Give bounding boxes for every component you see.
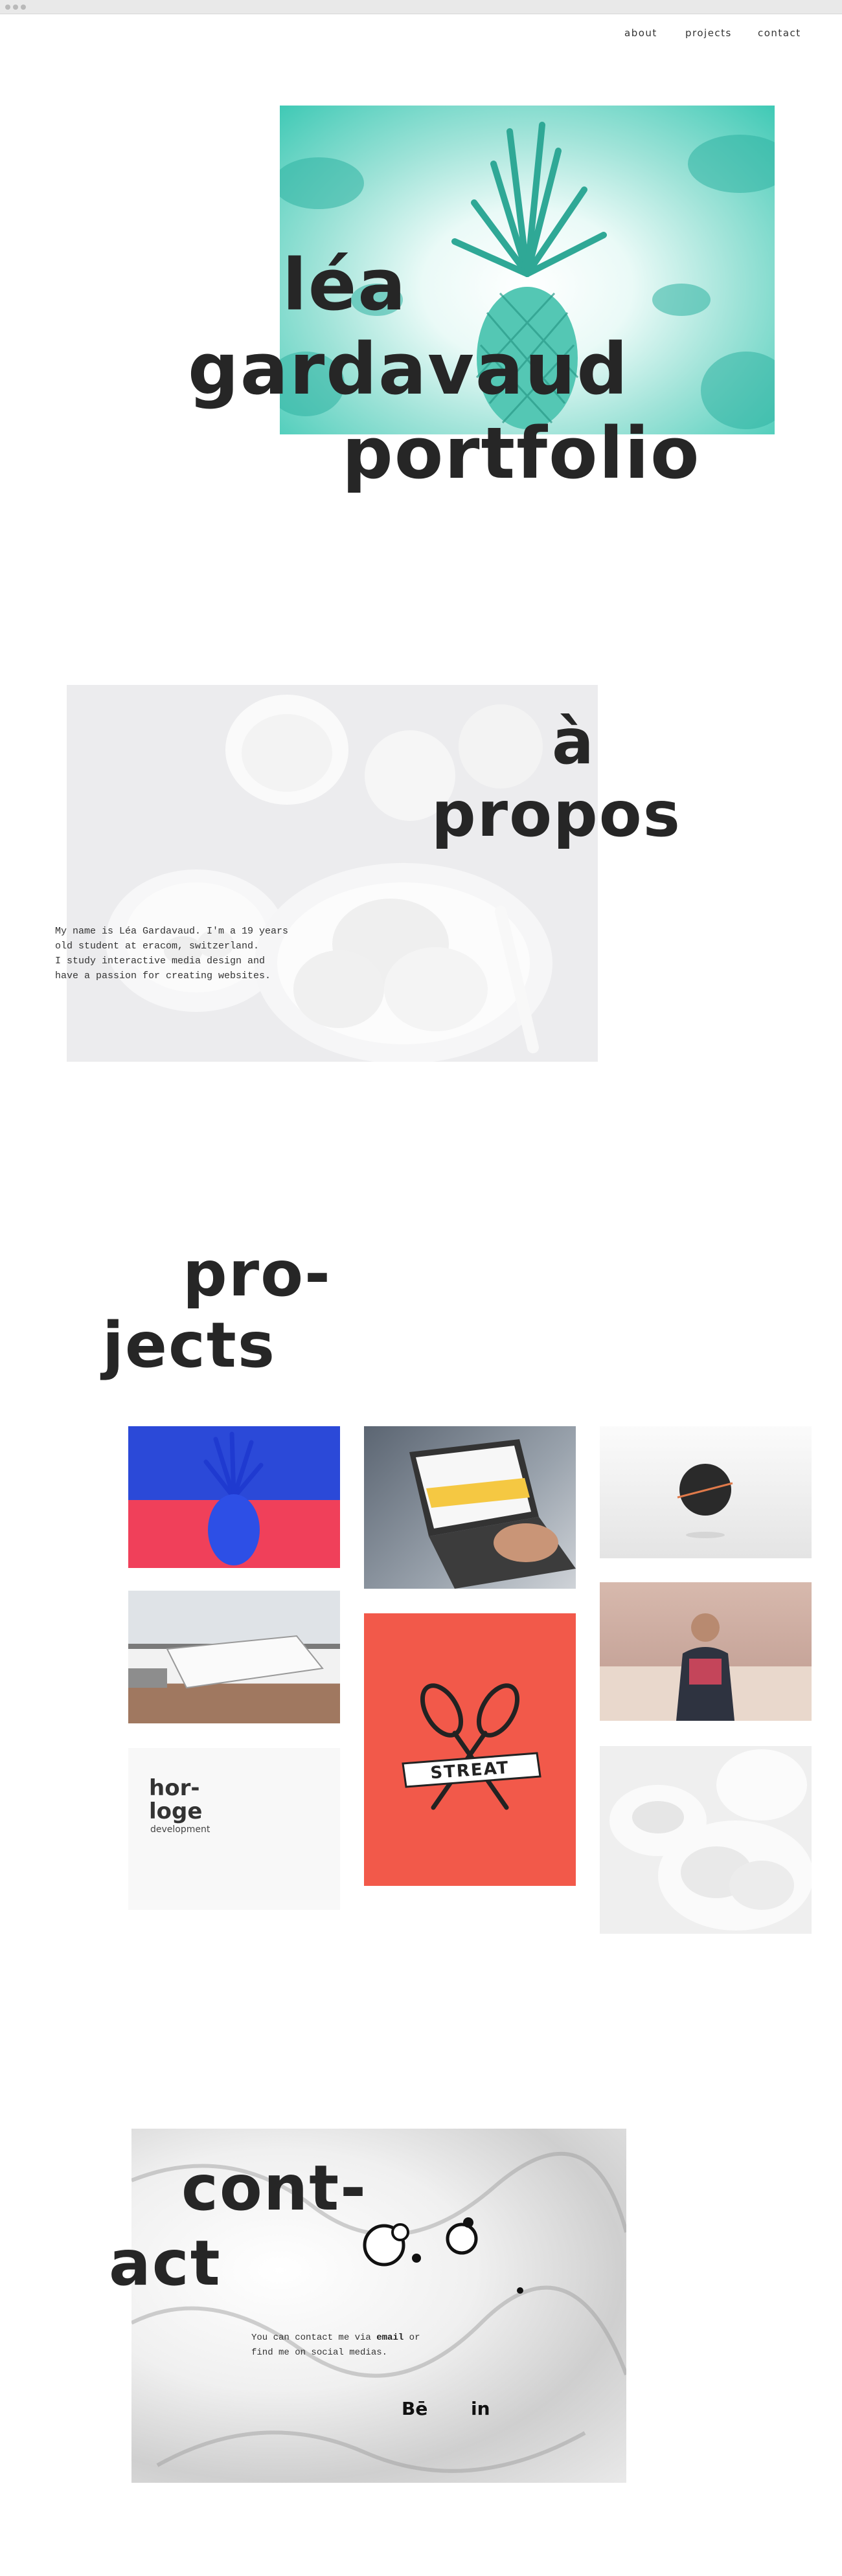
linkedin-icon[interactable]: in — [471, 2398, 490, 2419]
horloge-title-line1: hor- — [149, 1775, 200, 1801]
project-tile-portrait[interactable] — [600, 1582, 812, 1721]
window-chrome — [0, 0, 842, 14]
project-tile-horloge[interactable]: hor- loge development — [128, 1748, 340, 1910]
horloge-title-line2: loge — [149, 1798, 203, 1824]
project-tile-sphere[interactable] — [600, 1426, 812, 1558]
about-text: My name is Léa Gardavaud. I'm a 19 years… — [55, 926, 289, 981]
project-tile-bread[interactable] — [600, 1746, 812, 1934]
nav-link-about[interactable]: about — [624, 27, 657, 39]
contact-text: You can contact me via email or find me … — [251, 2333, 420, 2358]
project-tile-building[interactable] — [128, 1591, 340, 1723]
about-image — [67, 685, 598, 1062]
pineapple-icon — [203, 1431, 264, 1565]
hero-title-line2: gardavaud — [188, 328, 630, 410]
projects-title-line1: pro- — [183, 1238, 332, 1310]
hero-title-line1: léa — [282, 243, 407, 326]
nav-link-contact[interactable]: contact — [758, 27, 801, 39]
behance-icon[interactable]: Bē — [402, 2398, 427, 2419]
project-tile-streat[interactable]: STREAT — [364, 1613, 576, 1886]
email-link[interactable]: email — [376, 2333, 404, 2343]
contact-title-line2: act — [109, 2227, 222, 2300]
nav-link-projects[interactable]: projects — [685, 27, 732, 39]
project-tile-pineapple[interactable] — [128, 1426, 340, 1568]
projects-title-line2: jects — [102, 1309, 276, 1382]
about-title-line1: à — [552, 706, 595, 778]
whisk-icon — [402, 1683, 541, 1810]
window-dot-icon[interactable] — [21, 5, 26, 10]
project-tile-laptop[interactable] — [364, 1426, 576, 1589]
hero-title-line3: portfolio — [342, 412, 701, 495]
about-title-line2: propos — [431, 778, 681, 851]
window-dot-icon[interactable] — [13, 5, 18, 10]
horloge-subtitle: development — [150, 1824, 210, 1835]
window-dot-icon[interactable] — [5, 5, 10, 10]
contact-title-line1: cont- — [181, 2152, 367, 2224]
